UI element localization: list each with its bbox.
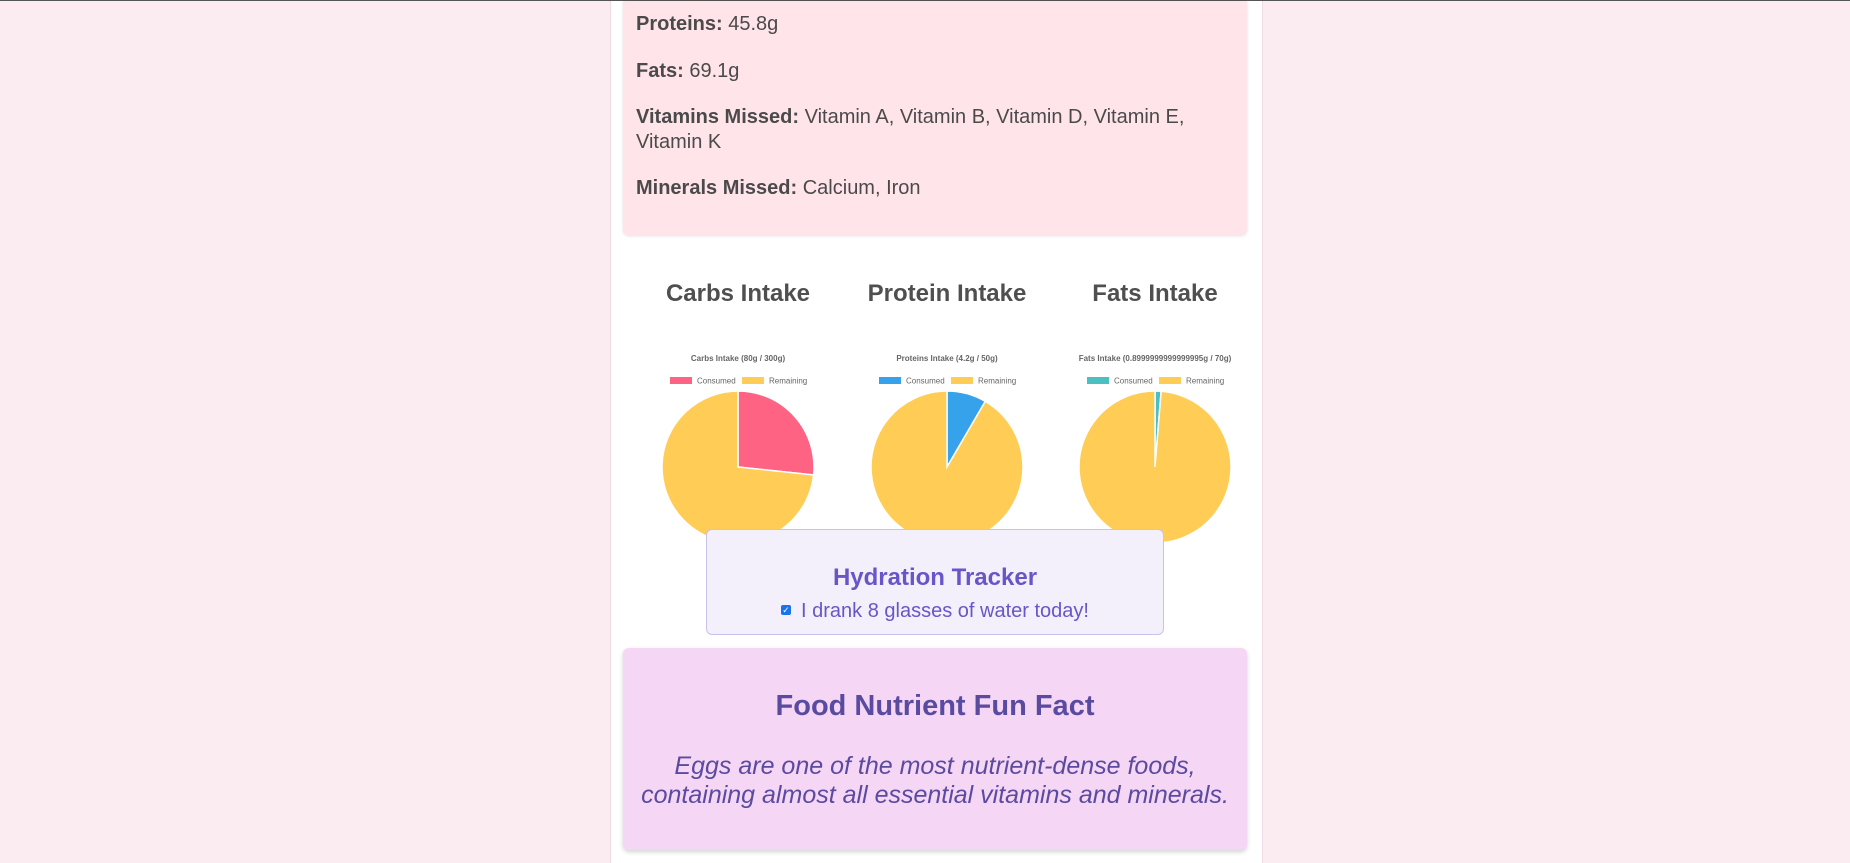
legend-label-consumed[interactable]: Consumed	[1114, 377, 1153, 386]
carbs-pie-chart: Carbs Intake (80g / 300g) Consumed Remaini…	[661, 354, 815, 544]
fats-label: Fats:	[636, 60, 684, 82]
pie-slice-remaining[interactable]	[870, 390, 1024, 544]
pie-slice-remaining[interactable]	[1078, 390, 1232, 544]
fats-chart-block: Fats Intake Fats Intake (0.8999999999999…	[1060, 277, 1250, 551]
vitamins-missed-row: Vitamins Missed: Vitamin A, Vitamin B, V…	[636, 105, 1226, 155]
protein-heading: Protein Intake	[867, 280, 1027, 307]
fats-heading: Fats Intake	[1092, 280, 1218, 307]
legend-label-remaining[interactable]: Remaining	[1186, 377, 1224, 386]
legend-label-consumed[interactable]: Consumed	[906, 377, 945, 386]
chart-title: Fats Intake (0.8999999999999995g / 70g)	[1079, 354, 1232, 363]
nutrition-summary-card: Proteins: 45.8g Fats: 69.1g Vitamins Mis…	[623, 1, 1247, 235]
minerals-missed-value: Calcium, Iron	[802, 177, 921, 199]
protein-pie-chart: Proteins Intake (4.2g / 50g) Consumed Rema…	[870, 354, 1024, 544]
hydration-tracker: Hydration Tracker ✓ I drank 8 glasses of …	[706, 529, 1164, 635]
water-checkbox[interactable]: ✓	[781, 604, 792, 615]
fun-fact-text: Eggs are one of the most nutrient-dense …	[641, 752, 1229, 809]
legend-swatch-remaining[interactable]	[1159, 377, 1181, 384]
carbs-heading: Carbs Intake	[665, 280, 811, 307]
fats-row: Fats: 69.1g	[636, 59, 1226, 84]
carbs-chart-block: Carbs Intake Carbs Intake (80g / 300g) Co…	[643, 277, 833, 551]
minerals-missed-row: Minerals Missed: Calcium, Iron	[636, 176, 1226, 201]
fats-pie-chart: Fats Intake (0.8999999999999995g / 70g) C…	[1078, 354, 1232, 544]
proteins-value: 45.8g	[728, 13, 779, 35]
legend-label-remaining[interactable]: Remaining	[978, 377, 1016, 386]
proteins-label: Proteins:	[636, 13, 723, 35]
proteins-row: Proteins: 45.8g	[636, 12, 1226, 37]
legend-swatch-remaining[interactable]	[742, 377, 764, 384]
main-container: Proteins: 45.8g Fats: 69.1g Vitamins Mis…	[610, 1, 1263, 863]
fun-fact-card: Food Nutrient Fun Fact Eggs are one of t…	[623, 648, 1247, 850]
water-checkbox-label[interactable]: I drank 8 glasses of water today!	[801, 600, 1089, 622]
hydration-title: Hydration Tracker	[832, 564, 1038, 591]
hydration-row: ✓ I drank 8 glasses of water today!	[707, 600, 1163, 623]
pie-slice-consumed[interactable]	[737, 390, 815, 476]
legend-swatch-consumed[interactable]	[670, 377, 692, 384]
vitamins-missed-label: Vitamins Missed:	[636, 106, 800, 128]
legend-swatch-consumed[interactable]	[879, 377, 901, 384]
chart-title: Carbs Intake (80g / 300g)	[691, 354, 786, 363]
fun-fact-title: Food Nutrient Fun Fact	[775, 690, 1095, 722]
chart-title: Proteins Intake (4.2g / 50g)	[896, 354, 998, 363]
minerals-missed-label: Minerals Missed:	[636, 177, 798, 199]
protein-chart-block: Protein Intake Proteins Intake (4.2g / 5…	[852, 277, 1042, 551]
legend-swatch-remaining[interactable]	[951, 377, 973, 384]
legend-label-remaining[interactable]: Remaining	[769, 377, 807, 386]
legend-label-consumed[interactable]: Consumed	[697, 377, 736, 386]
legend-swatch-consumed[interactable]	[1087, 377, 1109, 384]
fats-value: 69.1g	[689, 60, 740, 82]
